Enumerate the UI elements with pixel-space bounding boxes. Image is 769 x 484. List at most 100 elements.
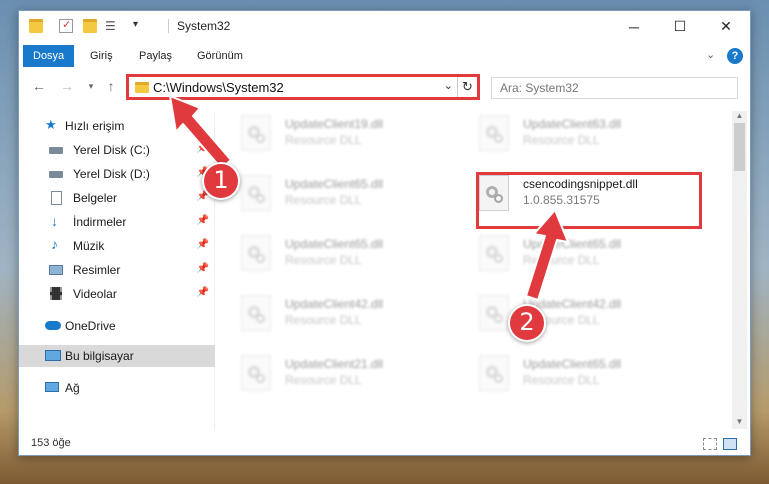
sidebar-item-network[interactable]: Ağ [19,377,215,399]
search-input[interactable]: Ara: System32 [491,77,738,99]
window-title: System32 [177,19,231,33]
music-icon: ♪ [51,236,58,252]
refresh-icon[interactable]: ↻ [457,77,477,97]
tab-paylas[interactable]: Paylaş [129,45,182,67]
navigation-pane: ★ Hızlı erişim Yerel Disk (C:) 📌 Yerel D… [19,111,215,431]
sidebar-item-onedrive[interactable]: OneDrive [19,315,215,337]
sidebar-item-local-disk-d[interactable]: Yerel Disk (D:) 📌 [19,163,215,185]
customize-toolbar-icon[interactable]: ▾ [133,19,147,33]
sidebar-item-label: Videolar [73,287,117,301]
file-list: UpdateClient19.dll Resource DLL UpdateCl… [219,111,729,431]
pin-icon: 📌 [196,287,209,298]
file-description: Resource DLL [285,313,362,327]
chevron-down-icon[interactable]: ⌄ [444,79,453,92]
drive-icon [49,147,63,154]
file-highlight-box [476,172,702,229]
file-name: UpdateClient65.dll [523,357,622,371]
maximize-button[interactable]: ☐ [657,11,703,42]
sidebar-item-quick-access[interactable]: ★ Hızlı erişim [19,115,215,137]
address-bar[interactable]: C:\Windows\System32 ⌄ ↻ [126,74,480,100]
file-name: UpdateClient65.dll [285,177,384,191]
item-count: 153 öğe [31,437,71,449]
forward-button[interactable]: → [57,75,77,97]
sidebar-item-label: İndirmeler [73,215,127,229]
sidebar-item-this-pc[interactable]: Bu bilgisayar [19,345,215,367]
details-view-icon[interactable] [703,438,717,450]
document-icon [51,191,62,205]
address-folder-icon [135,82,149,93]
sidebar-item-pictures[interactable]: Resimler 📌 [19,259,215,281]
pin-icon: 📌 [196,263,209,274]
list-item[interactable]: UpdateClient65.dll Resource DLL [219,231,439,279]
tab-giris[interactable]: Giriş [80,45,123,67]
file-description: Resource DLL [285,133,362,147]
list-item[interactable]: UpdateClient65.dll Resource DLL [219,171,439,219]
file-name: UpdateClient19.dll [285,117,384,131]
file-description: Resource DLL [285,253,362,267]
sidebar-item-label: Bu bilgisayar [65,349,134,363]
list-item[interactable]: UpdateClient21.dll Resource DLL [219,351,439,399]
sidebar-item-label: Ağ [65,381,80,395]
list-item[interactable]: UpdateClient42.dll Resource DLL [457,291,677,339]
file-description: Resource DLL [523,253,600,267]
list-item[interactable]: UpdateClient42.dll Resource DLL [219,291,439,339]
recent-locations-icon[interactable]: ▾ [81,75,101,97]
pin-icon: 📌 [196,143,209,154]
sidebar-item-label: OneDrive [65,319,116,333]
tab-gorunum[interactable]: Görünüm [187,45,253,67]
dll-file-icon [241,115,271,151]
picture-icon [49,265,63,275]
step-1-marker: 1 [202,162,240,200]
sidebar-item-downloads[interactable]: ↓ İndirmeler 📌 [19,211,215,233]
file-description: Resource DLL [285,373,362,387]
sidebar-item-label: Hızlı erişim [65,119,125,133]
expand-ribbon-icon[interactable]: ⌄ [706,48,715,61]
sidebar-item-local-disk-c[interactable]: Yerel Disk (C:) 📌 [19,139,215,161]
pin-icon: 📌 [196,239,209,250]
scroll-down-icon[interactable]: ▼ [732,417,747,429]
list-item[interactable]: UpdateClient65.dll Resource DLL [457,231,677,279]
sidebar-item-videos[interactable]: Videolar 📌 [19,283,215,305]
dll-file-icon [241,355,271,391]
computer-icon [45,350,61,361]
list-item[interactable]: UpdateClient19.dll Resource DLL [219,111,439,159]
file-name: UpdateClient65.dll [285,237,384,251]
dll-file-icon [479,355,509,391]
sidebar-item-music[interactable]: ♪ Müzik 📌 [19,235,215,257]
sidebar-item-label: Resimler [73,263,121,277]
drive-icon [49,171,63,178]
scroll-up-icon[interactable]: ▲ [732,111,747,123]
back-button[interactable]: ← [29,75,49,97]
close-button[interactable]: ✕ [703,11,749,42]
dll-file-icon [479,115,509,151]
list-item[interactable]: UpdateClient65.dll Resource DLL [457,351,677,399]
title-bar: ✓ ☰ ▾ System32 ─ ☐ ✕ [19,11,750,42]
help-icon[interactable]: ? [727,48,743,64]
title-separator [168,19,169,33]
sidebar-item-label: Müzik [73,239,105,253]
tab-dosya[interactable]: Dosya [23,45,75,67]
scrollbar-thumb[interactable] [734,123,745,171]
up-button[interactable]: ↑ [101,75,121,97]
sidebar-item-label: Belgeler [73,191,118,205]
minimize-button[interactable]: ─ [611,11,657,42]
dll-file-icon [241,235,271,271]
dll-file-icon [479,235,509,271]
list-item[interactable]: UpdateClient63.dll Resource DLL [457,111,677,159]
file-name: UpdateClient65.dll [523,237,622,251]
file-name: UpdateClient63.dll [523,117,622,131]
new-folder-icon[interactable] [83,19,97,33]
file-name: UpdateClient21.dll [285,357,384,371]
rename-icon[interactable]: ☰ [105,19,119,33]
step-2-marker: 2 [508,304,546,342]
video-icon [50,287,62,300]
sidebar-item-label: Yerel Disk (D:) [73,167,150,181]
properties-icon[interactable]: ✓ [59,19,73,33]
file-description: Resource DLL [523,133,600,147]
address-path[interactable]: C:\Windows\System32 [153,80,284,95]
ribbon-tabs: Dosya Giriş Paylaş Görünüm ⌄ ? [19,45,750,67]
dll-file-icon [479,295,509,331]
sidebar-item-documents[interactable]: Belgeler 📌 [19,187,215,209]
file-explorer-window: ✓ ☰ ▾ System32 ─ ☐ ✕ Dosya Giriş Paylaş … [18,10,751,456]
large-icons-view-icon[interactable] [723,438,737,450]
